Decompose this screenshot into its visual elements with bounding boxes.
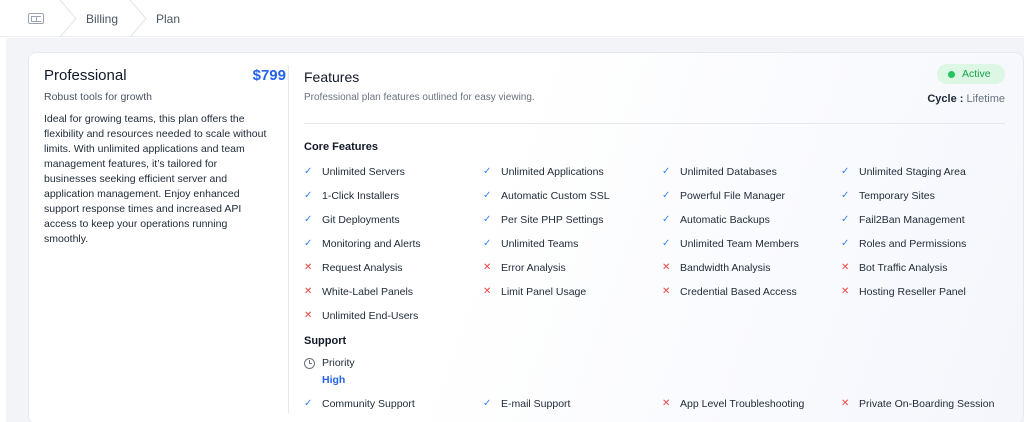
cross-icon: ✕ — [662, 286, 671, 297]
features-title: Features — [304, 69, 360, 85]
status-badge: Active — [937, 64, 1005, 84]
check-icon: ✓ — [662, 166, 671, 177]
feature-label: Private On-Boarding Session — [859, 398, 995, 410]
priority-value: High — [322, 374, 346, 386]
feature-label: App Level Troubleshooting — [680, 398, 805, 410]
feature-label: Git Deployments — [322, 214, 400, 226]
feature-label: Fail2Ban Management — [859, 214, 965, 226]
cross-icon: ✕ — [483, 262, 492, 273]
status-dot-icon — [948, 71, 955, 78]
card-icon[interactable] — [28, 13, 44, 24]
feature-label: Bandwidth Analysis — [680, 262, 771, 274]
features-divider — [304, 123, 1005, 124]
cross-icon: ✕ — [304, 262, 313, 273]
feature-label: Unlimited Servers — [322, 166, 405, 178]
cycle-label: Cycle : — [927, 93, 964, 105]
breadcrumb-plan[interactable]: Plan — [156, 12, 180, 26]
chevron-right-icon — [59, 0, 77, 37]
check-icon: ✓ — [662, 190, 671, 201]
check-icon: ✓ — [483, 398, 492, 409]
check-icon: ✓ — [841, 166, 850, 177]
feature-label: Unlimited Staging Area — [859, 166, 966, 178]
feature-label: Request Analysis — [322, 262, 403, 274]
check-icon: ✓ — [483, 190, 492, 201]
cross-icon: ✕ — [662, 398, 671, 409]
cross-icon: ✕ — [483, 286, 492, 297]
clock-icon — [304, 358, 315, 369]
feature-label: Monitoring and Alerts — [322, 238, 421, 250]
feature-label: Bot Traffic Analysis — [859, 262, 948, 274]
breadcrumb-billing[interactable]: Billing — [86, 12, 118, 26]
cross-icon: ✕ — [841, 286, 850, 297]
feature-label: Community Support — [322, 398, 415, 410]
priority-label: Priority — [322, 357, 355, 369]
feature-label: Unlimited Databases — [680, 166, 777, 178]
feature-label: Roles and Permissions — [859, 238, 967, 250]
feature-label: White-Label Panels — [322, 286, 414, 298]
feature-label: Per Site PHP Settings — [501, 214, 604, 226]
check-icon: ✓ — [483, 166, 492, 177]
feature-label: 1-Click Installers — [322, 190, 400, 202]
support-heading: Support — [304, 335, 347, 347]
cross-icon: ✕ — [662, 262, 671, 273]
feature-label: Temporary Sites — [859, 190, 935, 202]
check-icon: ✓ — [304, 214, 313, 225]
check-icon: ✓ — [841, 238, 850, 249]
feature-label: Unlimited Team Members — [680, 238, 799, 250]
feature-label: Unlimited Applications — [501, 166, 604, 178]
feature-label: Unlimited Teams — [501, 238, 579, 250]
status-text: Active — [962, 68, 991, 80]
feature-label: Limit Panel Usage — [501, 286, 587, 298]
check-icon: ✓ — [304, 238, 313, 249]
billing-cycle: Cycle : Lifetime — [849, 93, 1005, 105]
features-subtitle: Professional plan features outlined for … — [304, 92, 535, 103]
check-icon: ✓ — [662, 214, 671, 225]
plan-description: Ideal for growing teams, this plan offer… — [44, 113, 267, 245]
cross-icon: ✕ — [841, 398, 850, 409]
check-icon: ✓ — [304, 398, 313, 409]
plan-name: Professional — [44, 67, 127, 84]
feature-label: Error Analysis — [501, 262, 566, 274]
plan-tagline: Robust tools for growth — [44, 91, 152, 103]
feature-label: Credential Based Access — [680, 286, 797, 298]
page-content: Professional $799 Robust tools for growt… — [6, 38, 1024, 422]
plan-card: Professional $799 Robust tools for growt… — [28, 52, 1024, 422]
cross-icon: ✕ — [841, 262, 850, 273]
feature-label: Powerful File Manager — [680, 190, 786, 202]
chevron-right-icon — [129, 0, 147, 37]
check-icon: ✓ — [304, 166, 313, 177]
check-icon: ✓ — [841, 190, 850, 201]
check-icon: ✓ — [483, 214, 492, 225]
check-icon: ✓ — [483, 238, 492, 249]
feature-label: Unlimited End-Users — [322, 310, 419, 322]
check-icon: ✓ — [841, 214, 850, 225]
breadcrumb: Billing Plan — [0, 0, 1024, 37]
cycle-value: Lifetime — [966, 93, 1005, 105]
column-divider — [288, 65, 289, 413]
plan-price: $799 — [252, 67, 286, 84]
check-icon: ✓ — [662, 238, 671, 249]
core-features-heading: Core Features — [304, 141, 378, 153]
feature-label: E-mail Support — [501, 398, 571, 410]
cross-icon: ✕ — [304, 286, 313, 297]
check-icon: ✓ — [304, 190, 313, 201]
feature-label: Automatic Custom SSL — [501, 190, 610, 202]
cross-icon: ✕ — [304, 310, 313, 321]
feature-label: Automatic Backups — [680, 214, 770, 226]
feature-label: Hosting Reseller Panel — [859, 286, 966, 298]
